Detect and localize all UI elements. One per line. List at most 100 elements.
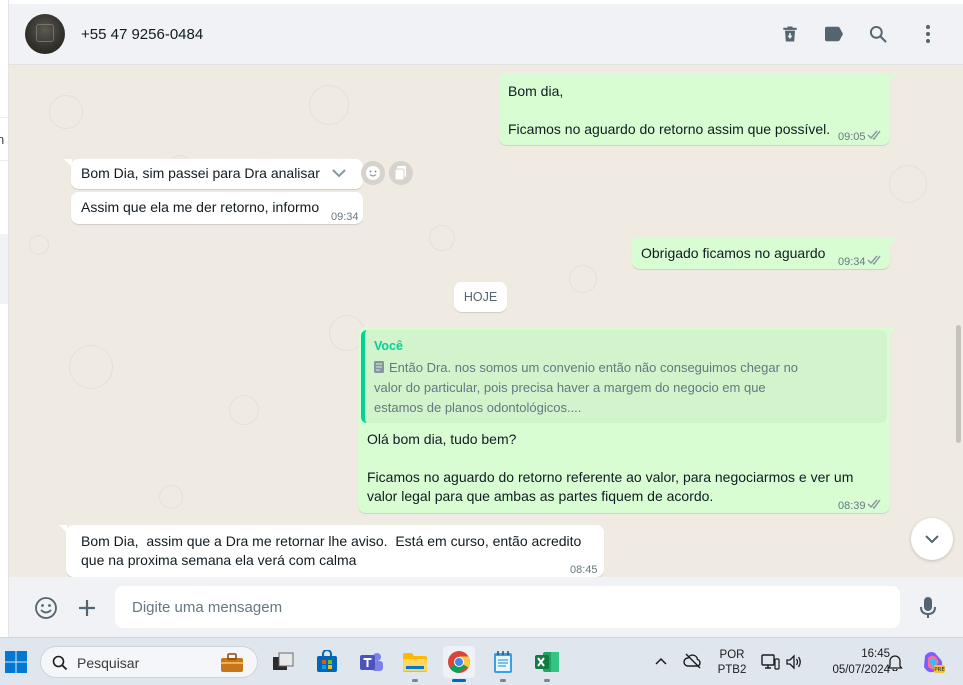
wallpaper-doodle (229, 395, 259, 425)
copilot-icon[interactable]: PRE (920, 649, 946, 675)
windows-taskbar: Pesquisar POR PTB2 16:45 05/07/2024 PRE (0, 637, 963, 685)
message-outgoing[interactable]: Bom dia, Ficamos no aguardo do retorno a… (499, 73, 897, 145)
quoted-text: estamos de planos odontológicos.... (374, 400, 582, 415)
emoji-icon (366, 166, 380, 180)
message-time: 09:05 (838, 131, 866, 143)
message-time: 08:45 (570, 564, 598, 576)
wallpaper-doodle (49, 95, 83, 129)
notepad-icon (494, 651, 512, 673)
search-label: Pesquisar (77, 655, 140, 671)
bubble-tail (889, 237, 897, 245)
message-input[interactable] (115, 586, 900, 628)
wallpaper-doodle (569, 265, 597, 293)
wallpaper-doodle (429, 225, 455, 251)
clock-time[interactable]: 16:45 (840, 648, 890, 660)
running-indicator (544, 679, 550, 682)
message-incoming[interactable]: Bom Dia, assim que a Dra me retornar lhe… (59, 525, 604, 577)
search-icon (52, 655, 68, 671)
work-icon (221, 653, 243, 672)
avatar-logo (36, 24, 54, 42)
quoted-message[interactable]: Você Então Dra. nos somos um convenio en… (361, 330, 887, 423)
running-indicator (500, 679, 506, 682)
language-code[interactable]: POR (712, 649, 752, 661)
message-time: 09:34 (331, 211, 359, 223)
message-incoming[interactable]: Assim que ela me der retorno, informo 09… (71, 192, 363, 224)
avatar[interactable] (25, 14, 65, 54)
message-text: Olá bom dia, tudo bem? (367, 431, 517, 447)
message-text: Ficamos no aguardo do retorno assim que … (508, 121, 831, 137)
day-separator: HOJE (454, 282, 507, 312)
active-indicator (452, 679, 466, 682)
message-time: 08:39 (838, 500, 866, 512)
teams-app[interactable] (355, 646, 387, 678)
cloud-offline-icon[interactable] (683, 653, 703, 669)
contact-name[interactable]: +55 47 9256-0484 (81, 26, 203, 43)
message-outgoing[interactable]: Obrigado ficamos no aguardo 09:34 (632, 237, 897, 269)
svg-text:PRE: PRE (934, 667, 945, 673)
chat-scrollbar[interactable] (954, 65, 963, 577)
wallpaper-doodle (29, 235, 49, 255)
taskbar-search[interactable]: Pesquisar (40, 646, 258, 678)
network-icon[interactable] (760, 653, 780, 671)
message-text: Bom dia, (508, 83, 564, 99)
keyboard-layout[interactable]: PTB2 (712, 664, 752, 676)
file-explorer-app[interactable] (399, 646, 431, 682)
message-time: 09:34 (838, 256, 866, 268)
bubble-tail (889, 73, 897, 81)
store-icon (317, 650, 337, 672)
quoted-text: valor do particular, pois precisa haver … (374, 380, 766, 395)
volume-icon[interactable] (785, 653, 803, 671)
message-text: Bom Dia, sim passei para Dra analisar (81, 165, 320, 181)
emoji-button[interactable] (33, 595, 59, 621)
scroll-to-bottom-button[interactable] (911, 518, 953, 560)
read-ticks-icon (867, 499, 881, 509)
sidebar-cut-text: n (0, 132, 4, 147)
chrome-icon (448, 651, 470, 673)
message-incoming[interactable]: Bom Dia, sim passei para Dra analisar (64, 159, 363, 189)
message-text: que na proxima semana ela verá com calma (81, 552, 357, 568)
chrome-app[interactable] (443, 646, 475, 682)
attach-button[interactable] (74, 595, 100, 621)
voice-message-button[interactable] (915, 595, 941, 621)
notification-bell-icon[interactable] (887, 653, 903, 671)
sidebar-divider (0, 160, 8, 161)
windows-logo-icon (5, 651, 27, 673)
delete-icon[interactable] (778, 22, 802, 46)
read-ticks-icon (867, 130, 881, 140)
excel-icon (535, 652, 559, 672)
quoted-text: Então Dra. nos somos um convenio então n… (389, 360, 799, 375)
sidebar-divider (0, 117, 8, 118)
label-icon[interactable] (822, 22, 846, 46)
plus-icon (79, 600, 95, 616)
teams-icon (360, 653, 383, 671)
bubble-tail (59, 525, 67, 533)
task-view-button[interactable] (267, 646, 299, 678)
search-icon[interactable] (866, 22, 890, 46)
sidebar-selected-row[interactable] (0, 234, 8, 304)
react-emoji-button[interactable] (361, 161, 385, 185)
chevron-down-icon[interactable] (331, 167, 347, 179)
microphone-icon (920, 597, 936, 618)
clock-date[interactable]: 05/07/2024 (812, 664, 890, 676)
wallpaper-doodle (69, 345, 113, 389)
menu-icon[interactable] (916, 22, 940, 46)
store-app[interactable] (311, 646, 343, 678)
message-outgoing-reply[interactable]: Você Então Dra. nos somos um convenio en… (358, 327, 897, 513)
document-icon (374, 361, 384, 373)
start-button[interactable] (0, 646, 32, 678)
message-text: Bom Dia, assim que a Dra me retornar lhe… (81, 533, 582, 549)
excel-app[interactable] (531, 646, 563, 682)
scrollbar-thumb[interactable] (956, 325, 961, 443)
bubble-tail (889, 327, 897, 335)
forward-button[interactable] (389, 161, 413, 185)
bubble-tail (64, 159, 72, 167)
chevron-up-icon[interactable] (655, 657, 667, 665)
sidebar-fragment: n (0, 0, 9, 637)
notepad-app[interactable] (487, 646, 519, 682)
message-text: Ficamos no aguardo do retorno referente … (367, 469, 854, 485)
task-view-icon (273, 652, 294, 670)
file-explorer-icon (403, 653, 427, 672)
chat-panel[interactable]: Bom dia, Ficamos no aguardo do retorno a… (9, 65, 954, 577)
read-ticks-icon (867, 255, 881, 265)
quoted-author: Você (374, 339, 403, 353)
